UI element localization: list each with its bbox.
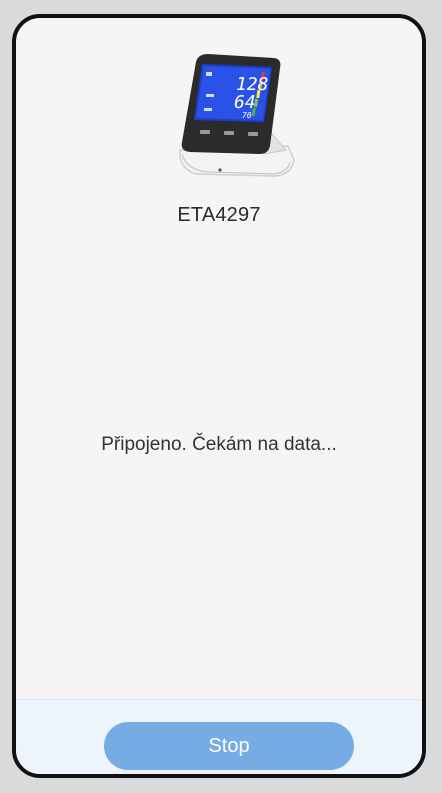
bottom-action-bar: Stop (16, 699, 422, 774)
connection-status: Připojeno. Čekám na data... (101, 434, 337, 455)
phone-frame: 128 64 70 ETA4297 Připojeno. Čekám na da… (12, 14, 426, 778)
blood-pressure-monitor-icon: 128 64 70 (179, 54, 295, 177)
diastolic-reading: 64 (234, 92, 256, 113)
stop-button[interactable]: Stop (104, 722, 354, 770)
pulse-reading: 70 (242, 111, 252, 120)
device-name: ETA4297 (177, 204, 261, 226)
